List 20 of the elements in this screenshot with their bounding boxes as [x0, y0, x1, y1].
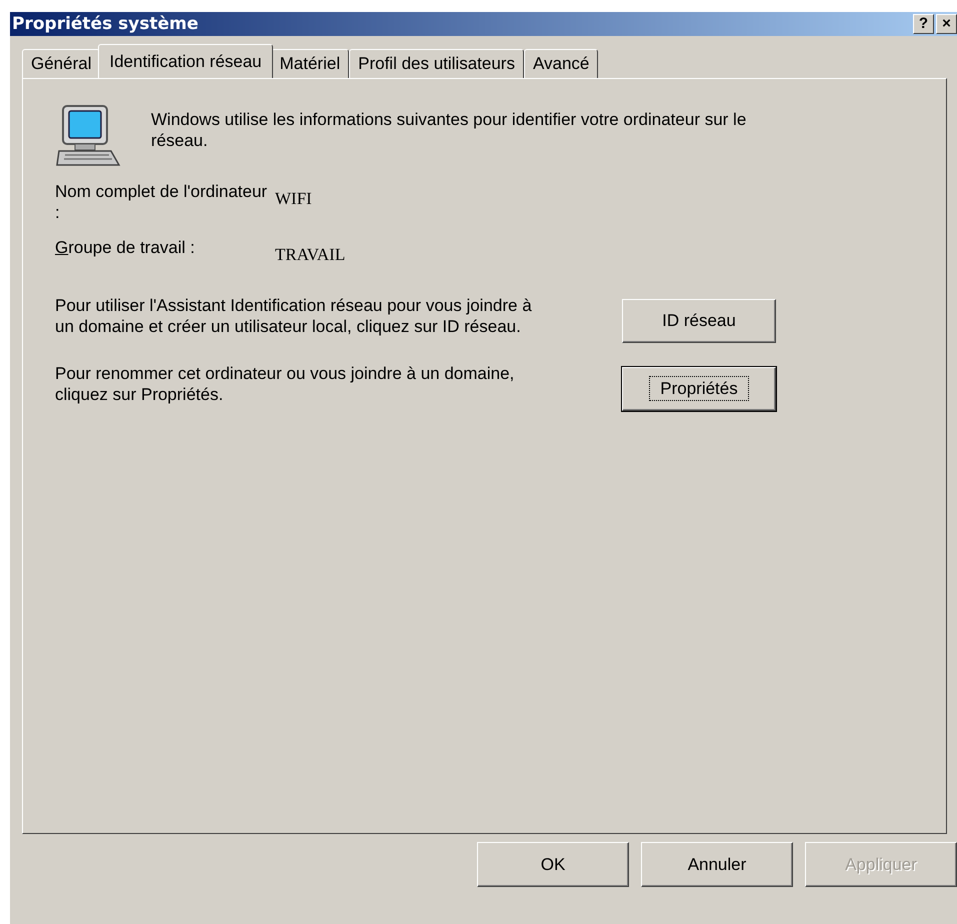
dialog-button[interactable]: OK — [477, 842, 629, 887]
field-value: TRAVAIL — [275, 245, 346, 265]
instruction-text: Pour utiliser l'Assistant Identification réseau pour vous joindre à un domaine et créer un utilisateur local, cliquez sur ID réseau. — [55, 295, 533, 337]
field-label: Groupe de travail : — [55, 237, 196, 258]
help-button[interactable]: ? — [913, 14, 934, 34]
field-label: Nom complet de l'ordinateur : — [55, 181, 268, 223]
window-title: Propriétés système — [12, 14, 198, 34]
network-id-button[interactable]: ID réseau — [622, 299, 776, 343]
tab[interactable]: Profil des utilisateurs — [349, 49, 524, 78]
computer-icon — [55, 105, 121, 167]
tab[interactable]: Identification réseau — [98, 44, 273, 78]
dialog-button[interactable]: Annuler — [641, 842, 793, 887]
tab[interactable]: Matériel — [270, 49, 350, 78]
close-button[interactable]: × — [936, 14, 957, 34]
tab[interactable]: Avancé — [524, 49, 598, 78]
field-value: WIFI — [275, 189, 312, 209]
tab[interactable]: Général — [22, 49, 100, 78]
instruction-text: Pour renommer cet ordinateur ou vous joindre à un domaine, cliquez sur Propriétés. — [55, 363, 516, 405]
properties-button[interactable]: Propriétés — [622, 367, 776, 411]
intro-text: Windows utilise les informations suivantes pour identifier votre ordinateur sur le réseau. — [151, 109, 748, 151]
